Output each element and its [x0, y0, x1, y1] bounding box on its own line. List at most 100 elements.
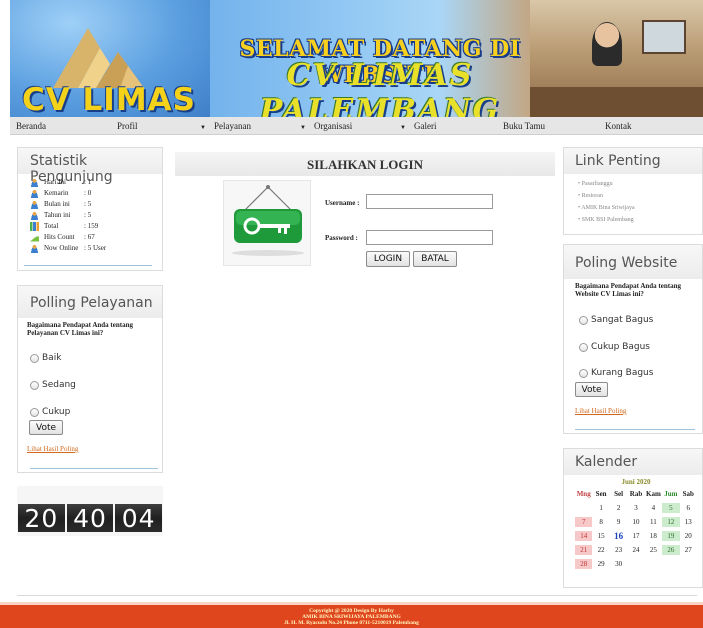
link-label: AMIK Bina Sriwijaya: [581, 205, 635, 211]
user-icon: [30, 188, 39, 198]
nav-label: Beranda: [16, 121, 46, 131]
stat-row: Now Online: 5 User: [30, 243, 106, 253]
poll-results-link[interactable]: Lihat Hasil Poling: [575, 407, 626, 415]
calendar-day[interactable]: 30: [610, 559, 627, 569]
nav-galeri[interactable]: ▼ Galeri: [400, 121, 436, 131]
calendar-day[interactable]: 20: [680, 531, 697, 541]
company-heading: CV LIMAS PALEMBANG: [259, 58, 501, 117]
vote-button[interactable]: Vote: [575, 382, 608, 397]
calendar-day[interactable]: 17: [627, 531, 644, 541]
calendar-day[interactable]: 13: [680, 517, 697, 527]
username-label: Username :: [325, 199, 360, 207]
stat-label: Now Online: [44, 244, 79, 252]
nav-profil[interactable]: Profil: [117, 121, 138, 131]
calendar-day[interactable]: 16: [610, 531, 627, 541]
website-poll-title: Poling Website: [564, 245, 702, 279]
radio-icon: [579, 342, 588, 352]
key-sign-icon: [232, 185, 304, 256]
photo-frame: [642, 20, 686, 54]
divider: [575, 429, 695, 430]
divider: [30, 468, 158, 469]
link-item[interactable]: • AMIK Bina Sriwijaya: [578, 205, 635, 211]
caret-down-icon: ▼: [300, 125, 306, 131]
calendar-day[interactable]: 26: [662, 545, 680, 555]
stat-value: : 159: [84, 222, 99, 230]
stat-row: Total : 159: [30, 221, 98, 231]
calendar-day[interactable]: 21: [575, 545, 593, 555]
poll-option-cukup-bagus[interactable]: Cukup Bagus: [579, 342, 650, 352]
link-label: Pasarlianggu: [581, 181, 613, 187]
stat-label: Bulan ini: [44, 200, 70, 208]
calendar-day[interactable]: 6: [680, 503, 697, 513]
calendar-day[interactable]: 5: [662, 503, 680, 513]
stat-row: Hari Ini: 1: [30, 177, 91, 187]
option-label: Kurang Bagus: [591, 368, 654, 378]
calendar-day-header: Kam: [646, 490, 661, 498]
vote-button[interactable]: Vote: [29, 420, 63, 435]
option-label: Sedang: [42, 380, 76, 390]
office-photo: [530, 0, 703, 117]
poll-option-sedang[interactable]: Sedang: [30, 380, 76, 390]
calendar-day[interactable]: 3: [627, 503, 644, 513]
calendar-empty-cell: [645, 559, 662, 569]
link-item[interactable]: • SMK BSI Palembang: [578, 217, 634, 223]
poll-option-kurang-bagus[interactable]: Kurang Bagus: [579, 368, 653, 378]
calendar-day[interactable]: 4: [645, 503, 662, 513]
calendar-day[interactable]: 23: [610, 545, 627, 555]
calendar-day[interactable]: 25: [645, 545, 662, 555]
user-icon: [30, 177, 39, 187]
link-label: SMK BSI Palembang: [581, 217, 634, 223]
calendar-day[interactable]: 8: [592, 517, 609, 527]
calendar-day[interactable]: 7: [575, 517, 593, 527]
cancel-button[interactable]: BATAL: [413, 251, 457, 267]
calendar-day[interactable]: 18: [645, 531, 662, 541]
link-item[interactable]: • Restoran: [578, 193, 603, 199]
calendar-day[interactable]: 11: [645, 517, 662, 527]
password-label: Password :: [325, 234, 358, 242]
website-poll-question: Bagaimana Pendapat Anda tentang Website …: [575, 282, 681, 298]
stat-row: Kemarin: 0: [30, 188, 91, 198]
nav-pelayanan[interactable]: ▼ Pelayanan: [200, 121, 251, 131]
login-button[interactable]: LOGIN: [366, 251, 410, 267]
nav-buku-tamu[interactable]: Buku Tamu: [503, 121, 545, 131]
calendar-day[interactable]: 15: [592, 531, 609, 541]
link-item[interactable]: • Pasarlianggu: [578, 181, 613, 187]
calendar-day[interactable]: 14: [575, 531, 593, 541]
calendar-day-header: Rab: [629, 490, 643, 498]
poll-option-baik[interactable]: Baik: [30, 353, 61, 363]
username-field[interactable]: [366, 194, 493, 209]
stat-label: Total: [44, 222, 59, 230]
nav-organisasi[interactable]: ▼ Organisasi: [300, 121, 352, 131]
poll-results-link[interactable]: Lihat Hasil Poling: [27, 445, 78, 453]
calendar-day-header: Mng: [576, 490, 591, 498]
nav-beranda[interactable]: Beranda: [16, 121, 46, 131]
calendar-day[interactable]: 24: [627, 545, 644, 555]
calendar-day[interactable]: 28: [575, 559, 593, 569]
stat-row: Bulan ini: 5: [30, 199, 91, 209]
calendar-day[interactable]: 9: [610, 517, 627, 527]
stat-value: : 67: [84, 233, 95, 241]
calendar-day[interactable]: 19: [662, 531, 680, 541]
calendar-day-header: Jum: [664, 490, 678, 498]
calendar-empty-cell: [575, 503, 592, 513]
stat-row: Tahun ini: 5: [30, 210, 91, 220]
nav-label: Kontak: [605, 121, 632, 131]
calendar-day[interactable]: 12: [662, 517, 680, 527]
nav-kontak[interactable]: Kontak: [605, 121, 632, 131]
footer-divider: [17, 595, 697, 596]
poll-option-cukup[interactable]: Cukup: [30, 407, 70, 417]
password-field[interactable]: [366, 230, 493, 245]
calendar-day-header: Sel: [614, 490, 624, 498]
calendar-day[interactable]: 29: [592, 559, 609, 569]
important-links-title: Link Penting: [564, 148, 702, 174]
calendar-day[interactable]: 27: [680, 545, 697, 555]
poll-option-sangat-bagus[interactable]: Sangat Bagus: [579, 315, 653, 325]
login-key-image: [223, 180, 311, 266]
website-poll-box: Poling Website Bagaimana Pendapat Anda t…: [563, 244, 703, 434]
calendar-empty-cell: [662, 559, 679, 569]
calendar-day[interactable]: 10: [627, 517, 644, 527]
calendar-day[interactable]: 2: [610, 503, 627, 513]
calendar-day[interactable]: 1: [592, 503, 609, 513]
login-title: SILAHKAN LOGIN: [175, 152, 555, 176]
calendar-day[interactable]: 22: [592, 545, 609, 555]
